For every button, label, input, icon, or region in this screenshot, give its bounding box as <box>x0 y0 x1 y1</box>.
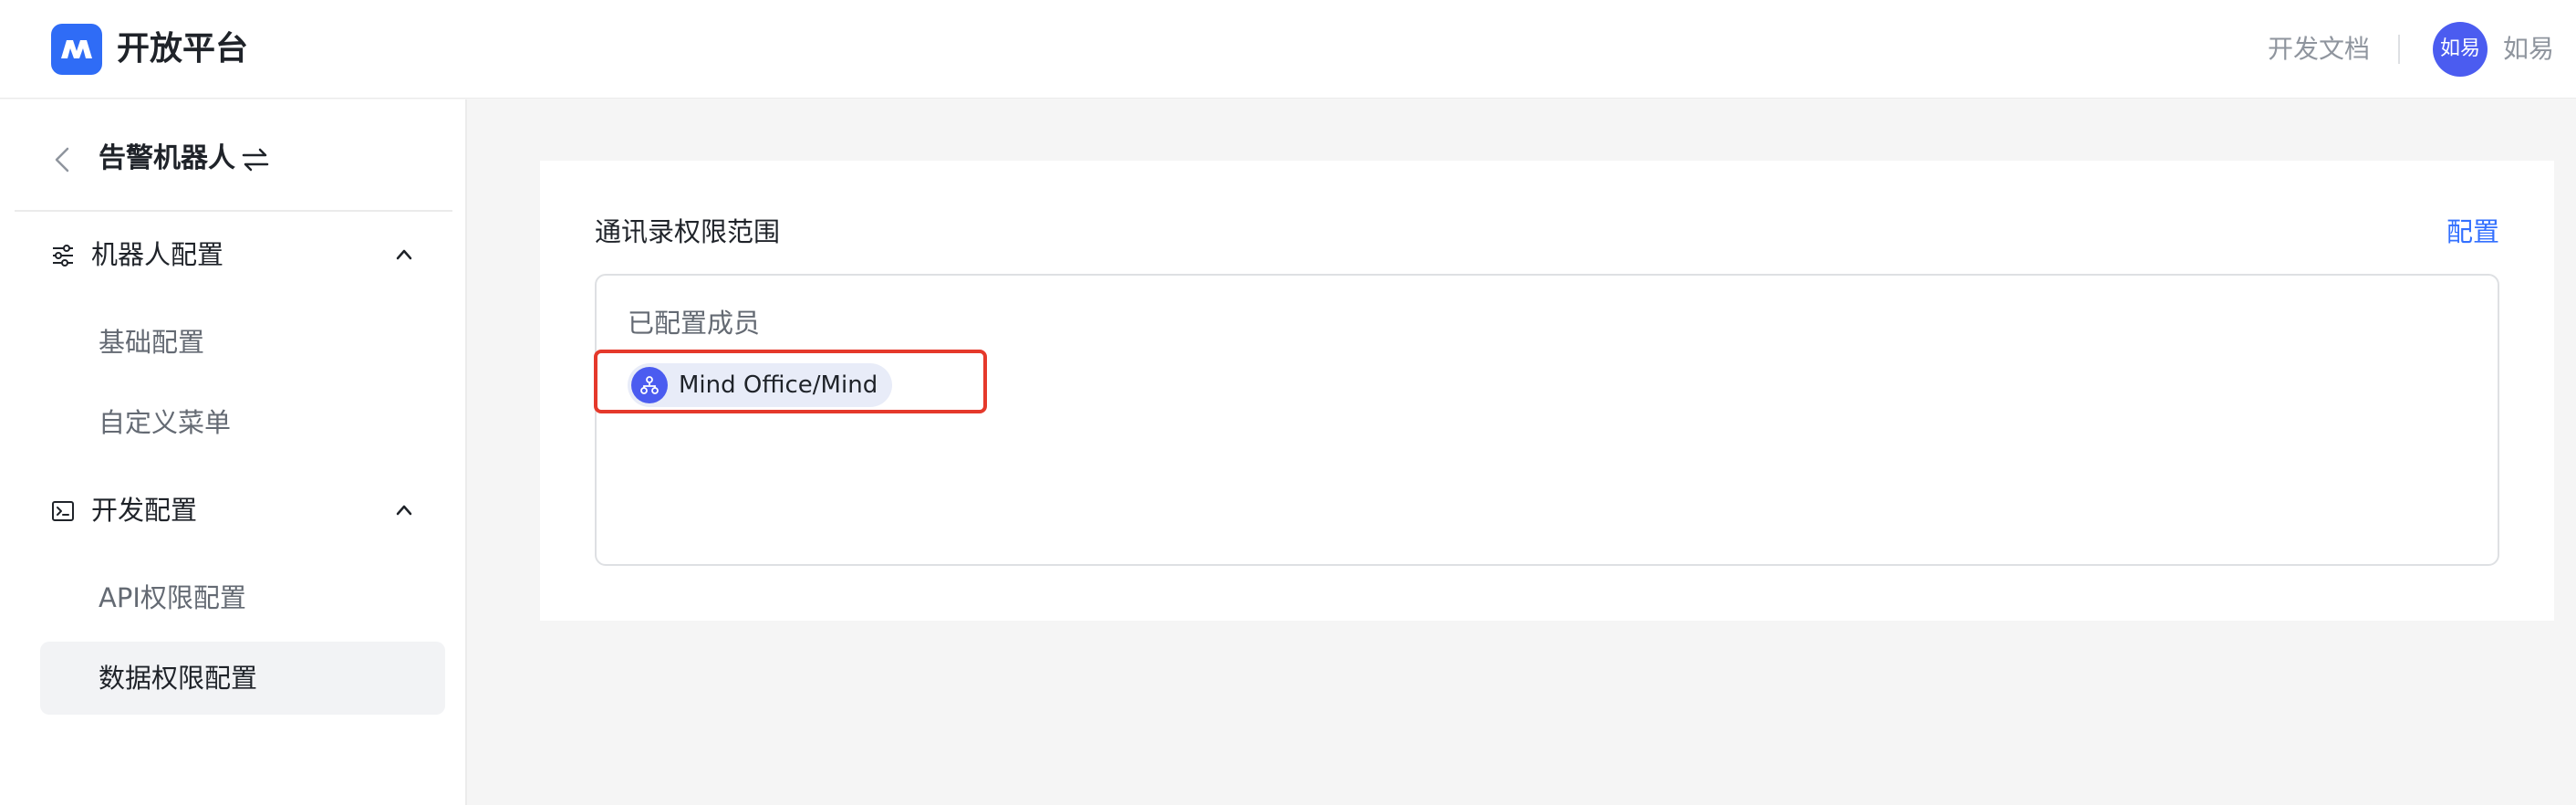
sidebar-item-label: 数据权限配置 <box>99 663 258 694</box>
sidebar-item-label: 基础配置 <box>99 327 205 358</box>
highlight-box <box>594 350 987 413</box>
sidebar: 告警机器人 机器人配置 基础配置 自定义菜单 开发配置 API权限配置 数据权限… <box>0 99 467 805</box>
username[interactable]: 如易 <box>2503 31 2554 68</box>
sidebar-item-custom-menu[interactable]: 自定义菜单 <box>40 386 445 459</box>
terminal-icon <box>51 499 75 523</box>
top-header: 开放平台 开发文档 如易 如易 <box>0 0 2576 99</box>
section-robot-config[interactable]: 机器人配置 <box>51 233 434 277</box>
chevron-up-icon[interactable] <box>394 246 414 264</box>
avatar[interactable]: 如易 <box>2433 22 2488 77</box>
logo-icon[interactable] <box>51 24 102 75</box>
switch-app-icon[interactable] <box>241 145 270 174</box>
sidebar-item-label: API权限配置 <box>99 582 246 613</box>
back-icon[interactable] <box>51 143 73 176</box>
sidebar-item-data-permission[interactable]: 数据权限配置 <box>40 642 445 715</box>
section-dev-config[interactable]: 开发配置 <box>51 488 434 532</box>
configured-members-label: 已配置成员 <box>628 308 761 339</box>
configured-members-box: 已配置成员 Mind Office/Mind <box>595 274 2499 566</box>
header-divider <box>2398 35 2400 64</box>
sidebar-item-label: 自定义菜单 <box>99 407 232 438</box>
sidebar-item-basic-config[interactable]: 基础配置 <box>40 306 445 379</box>
section-title: 通讯录权限范围 <box>595 216 781 247</box>
brand-name[interactable]: 开放平台 <box>117 26 248 73</box>
section-label: 开发配置 <box>91 495 198 526</box>
app-title: 告警机器人 <box>99 142 235 174</box>
chevron-up-icon[interactable] <box>394 501 414 519</box>
configure-link[interactable]: 配置 <box>2446 212 2499 252</box>
sidebar-divider <box>15 210 452 212</box>
sliders-icon <box>51 244 75 267</box>
section-label: 机器人配置 <box>91 239 224 270</box>
developer-docs-link[interactable]: 开发文档 <box>2268 31 2370 68</box>
sidebar-item-api-permission[interactable]: API权限配置 <box>40 561 445 634</box>
